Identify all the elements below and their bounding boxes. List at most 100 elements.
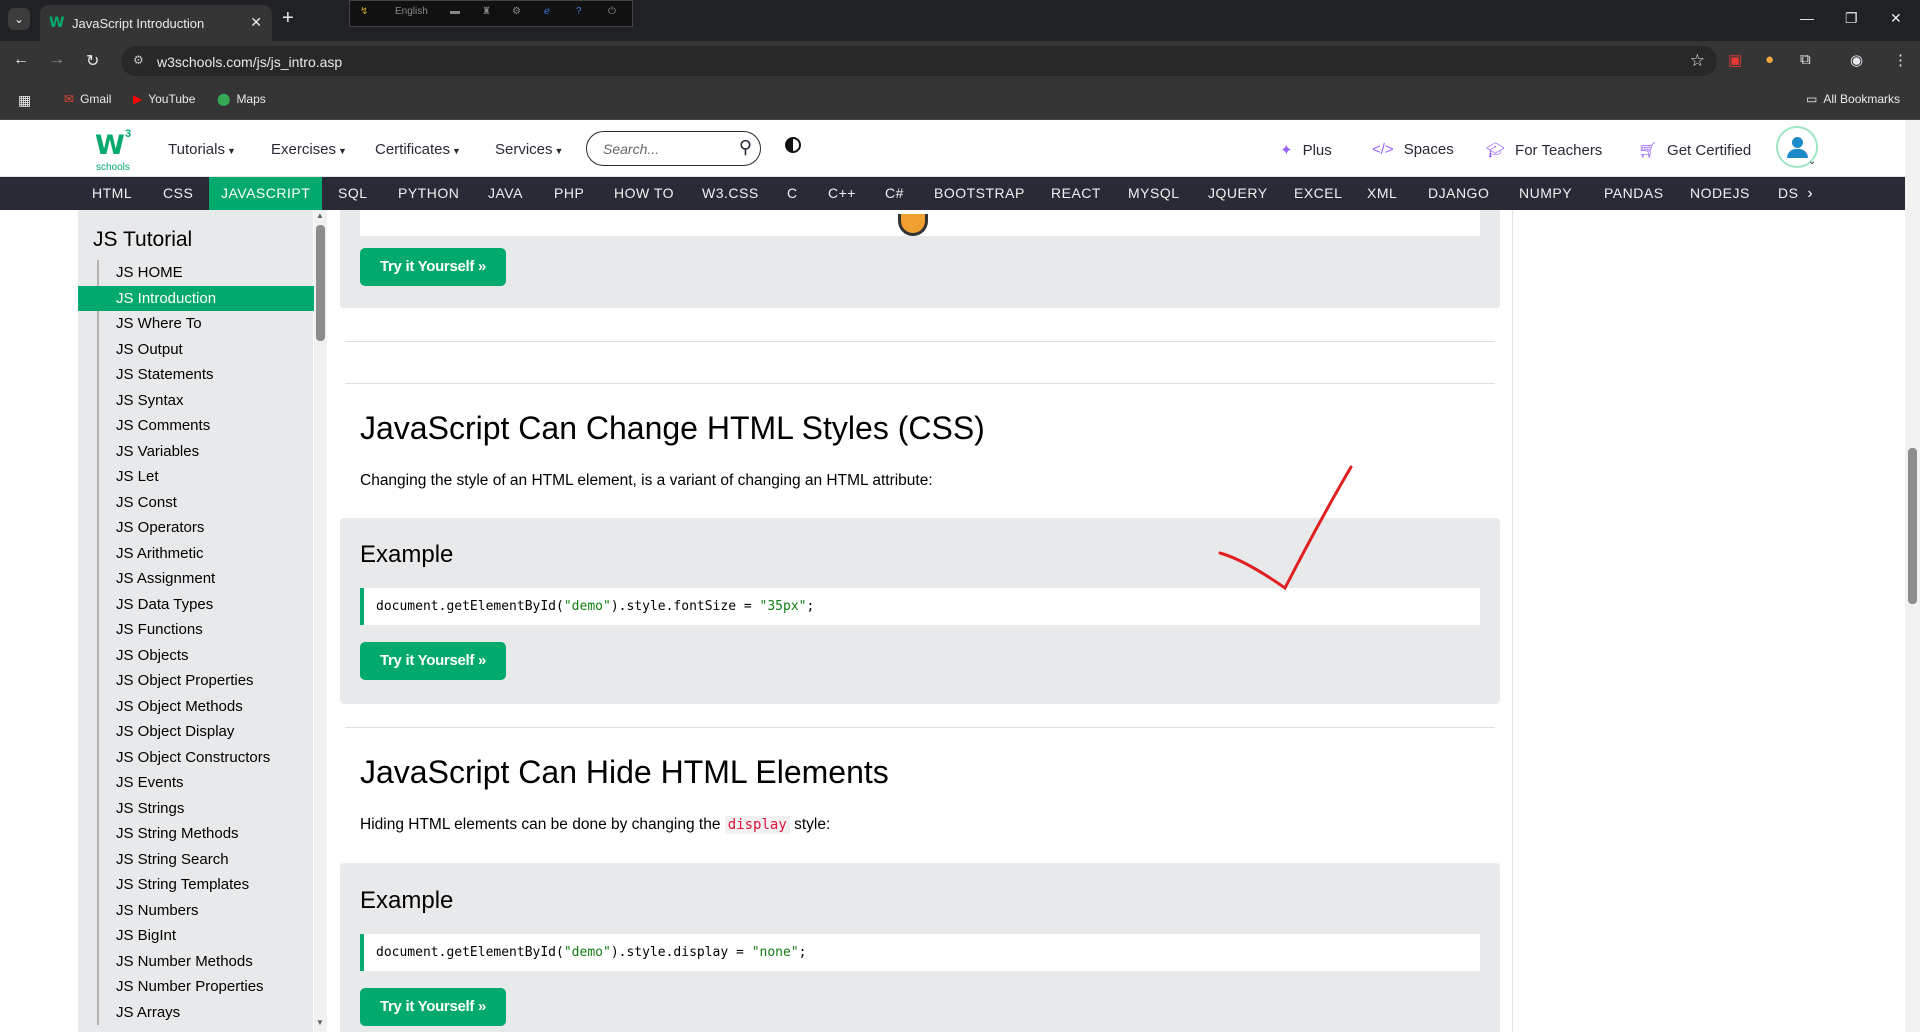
tab-search-icon[interactable]: ⌄ [8,8,30,30]
subnav-numpy[interactable]: NUMPY [1507,177,1584,210]
user-avatar[interactable]: ⌄ [1776,126,1818,168]
edge-icon[interactable]: ℯ [544,6,550,17]
subnav-xml[interactable]: XML [1355,177,1409,210]
bookmark-youtube[interactable]: ▶ YouTube [133,92,195,106]
subnav-csharp[interactable]: C# [873,177,916,210]
sidebar-item[interactable]: JS Statements [99,362,313,388]
bookmark-star-icon[interactable]: ☆ [1690,51,1705,71]
tool-icon[interactable]: ♜ [482,6,491,17]
link-for-teachers[interactable]: 🎓︎ For Teachers [1486,141,1602,159]
language-label[interactable]: English [395,6,428,17]
sidebar-item[interactable]: JS Let [99,464,313,490]
sidebar-item[interactable]: JS Object Display [99,719,313,745]
bookmark-maps[interactable]: ⬤ Maps [217,92,266,106]
sidebar-item[interactable]: JS Introduction [78,285,315,311]
sidebar-item[interactable]: JS Operators [99,515,313,541]
sidebar-item[interactable]: JS Const [99,490,313,516]
subnav-css[interactable]: CSS [151,177,205,210]
sidebar-item[interactable]: JS String Methods [99,821,313,847]
subnav-cpp[interactable]: C++ [816,177,868,210]
new-tab-icon[interactable]: + [282,7,294,30]
try-it-yourself-button[interactable]: Try it Yourself » [360,988,506,1026]
sidebar-item[interactable]: JS Arithmetic [99,541,313,567]
sidebar-item[interactable]: JS HOME [99,260,313,286]
subnav-w3css[interactable]: W3.CSS [690,177,771,210]
subnav-python[interactable]: PYTHON [386,177,471,210]
subnav-nodejs[interactable]: NODEJS [1678,177,1762,210]
subnav-html[interactable]: HTML [80,177,144,210]
link-spaces[interactable]: </> Spaces [1372,141,1454,158]
site-info-icon[interactable]: ⚙ [133,53,144,67]
browser-tab[interactable]: W JavaScript Introduction ✕ [40,5,272,41]
url-text[interactable]: w3schools.com/js/js_intro.asp [157,54,342,70]
extensions-puzzle-icon[interactable]: ⧉ [1800,51,1811,68]
sidebar-item[interactable]: JS Output [99,337,313,363]
page-scroll-thumb[interactable] [1908,448,1917,604]
subnav-java[interactable]: JAVA [476,177,535,210]
subnav-c[interactable]: C [775,177,810,210]
menu-tutorials[interactable]: Tutorials ▼ [168,141,236,158]
menu-certificates[interactable]: Certificates ▼ [375,141,461,158]
help-icon[interactable]: ? [576,6,582,17]
forward-icon[interactable]: → [49,51,65,69]
back-icon[interactable]: ← [13,51,29,69]
subnav-pandas[interactable]: PANDAS [1592,177,1676,210]
gear-icon[interactable]: ⚙ [512,6,521,17]
link-plus[interactable]: ✦ Plus [1280,141,1332,159]
extension-icon[interactable]: ● [1765,51,1774,68]
chevron-right-icon[interactable]: › [1800,177,1820,210]
sidebar-item[interactable]: JS Object Constructors [99,745,313,771]
scroll-up-icon[interactable]: ▲ [316,211,324,220]
menu-kebab-icon[interactable]: ⋮ [1893,51,1908,69]
search-icon[interactable]: ⚲ [739,137,752,158]
sidebar-item[interactable]: JS Number Methods [99,949,313,975]
sidebar-item[interactable]: JS Where To [99,311,313,337]
sidebar-item[interactable]: JS Numbers [99,898,313,924]
all-bookmarks[interactable]: ▭ All Bookmarks [1806,92,1900,106]
bookmark-gmail[interactable]: ✉ Gmail [64,92,111,106]
sidebar-item[interactable]: JS Objects [99,643,313,669]
sidebar-item[interactable]: JS Data Types [99,592,313,618]
power-icon[interactable]: ⏻ [608,6,616,17]
sidebar-item[interactable]: JS Events [99,770,313,796]
subnav-django[interactable]: DJANGO [1416,177,1501,210]
reload-icon[interactable]: ↻ [86,51,99,71]
url-field[interactable]: ⚙ w3schools.com/js/js_intro.asp ☆ [121,46,1717,76]
try-it-yourself-button[interactable]: Try it Yourself » [360,248,506,286]
sidebar-item[interactable]: JS Comments [99,413,313,439]
scroll-down-icon[interactable]: ▼ [316,1018,324,1027]
sidebar-scroll-thumb[interactable] [316,225,325,341]
tool-icon[interactable]: ▬ [450,6,460,17]
sidebar-item[interactable]: JS String Templates [99,872,313,898]
tab-close-icon[interactable]: ✕ [250,14,262,31]
subnav-javascript[interactable]: JAVASCRIPT [209,177,323,210]
sidebar-item[interactable]: JS Strings [99,796,313,822]
sidebar-item[interactable]: JS Arrays [99,1000,313,1026]
sidebar-item[interactable]: JS Variables [99,439,313,465]
extension-icon[interactable]: ▣ [1728,51,1742,69]
sidebar-item[interactable]: JS Object Properties [99,668,313,694]
subnav-mysql[interactable]: MYSQL [1116,177,1192,210]
menu-services[interactable]: Services ▼ [495,141,563,158]
subnav-howto[interactable]: HOW TO [602,177,686,210]
sidebar-item[interactable]: JS BigInt [99,923,313,949]
subnav-react[interactable]: REACT [1039,177,1113,210]
sidebar-item[interactable]: JS Number Properties [99,974,313,1000]
subnav-php[interactable]: PHP [542,177,596,210]
close-window-icon[interactable]: ✕ [1890,10,1902,27]
sidebar-item[interactable]: JS Functions [99,617,313,643]
try-it-yourself-button[interactable]: Try it Yourself » [360,642,506,680]
tool-icon[interactable]: ↯ [360,6,368,17]
restore-icon[interactable]: ❐ [1845,10,1858,27]
subnav-bootstrap[interactable]: BOOTSTRAP [922,177,1037,210]
w3schools-logo[interactable]: W 3 schools [93,128,141,173]
sidebar-item[interactable]: JS String Search [99,847,313,873]
subnav-jquery[interactable]: JQUERY [1196,177,1280,210]
menu-exercises[interactable]: Exercises ▼ [271,141,347,158]
dark-mode-toggle-icon[interactable] [785,137,801,153]
sidebar-item[interactable]: JS Syntax [99,388,313,414]
link-get-certified[interactable]: 🛒︎ Get Certified [1638,141,1751,159]
apps-grid-icon[interactable]: ▦ [18,92,31,109]
sidebar-item[interactable]: JS Object Methods [99,694,313,720]
subnav-excel[interactable]: EXCEL [1282,177,1354,210]
